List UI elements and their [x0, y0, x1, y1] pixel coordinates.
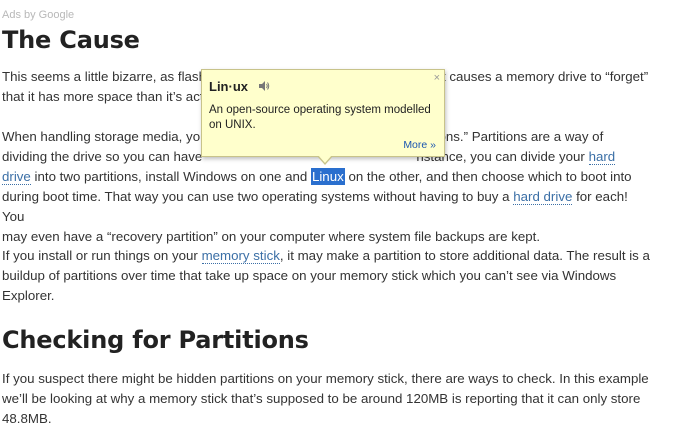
- link-hard[interactable]: hard: [588, 149, 616, 165]
- para2-line1-a: When handling storage media, you: [2, 129, 208, 144]
- link-hard-drive[interactable]: hard drive: [513, 189, 573, 205]
- para4-line1: If you suspect there might be hidden par…: [2, 371, 649, 386]
- speaker-icon[interactable]: [258, 80, 270, 92]
- para2-line1-b: ions.” Partitions are a way of: [435, 129, 604, 144]
- paragraph-4: If you suspect there might be hidden par…: [2, 369, 652, 429]
- more-link[interactable]: More »: [403, 139, 436, 151]
- dictionary-word: Lin·ux: [209, 79, 248, 94]
- para3-line1-a: If you install or run things on your: [2, 248, 202, 263]
- popup-pointer-inner: [318, 155, 332, 163]
- dictionary-popup: Lin·ux × An open-source operating system…: [201, 69, 445, 165]
- para1-line1-a: This seems a little bizarre, as flash: [2, 69, 206, 84]
- link-memory-stick[interactable]: memory stick: [201, 248, 280, 264]
- para3-line3: Explorer.: [2, 288, 55, 303]
- section-title-checking-for-partitions: Checking for Partitions: [2, 326, 309, 354]
- close-icon[interactable]: ×: [434, 72, 440, 84]
- highlighted-word-linux[interactable]: Linux: [310, 168, 345, 185]
- para4-line3: 48.8MB.: [2, 411, 52, 426]
- ads-by-google-label[interactable]: Ads by Google: [2, 9, 74, 21]
- para2-line4-a: during boot time. That way you can use t…: [2, 189, 514, 204]
- para2-line4: during boot time. That way you can use t…: [2, 187, 652, 227]
- section-title-the-cause: The Cause: [2, 26, 140, 54]
- para4-line2: we’ll be looking at why a memory stick t…: [2, 391, 641, 406]
- para2-line3-a: into two partitions, install Windows on …: [30, 169, 311, 184]
- para3-line2: buildup of partitions over time that tak…: [2, 268, 617, 283]
- para2-line5: may even have a “recovery partition” on …: [2, 229, 541, 244]
- para2-line3: drive into two partitions, install Windo…: [2, 167, 652, 187]
- para2-line3-b: on the other, and then choose which to b…: [344, 169, 632, 184]
- para3-line1-b: , it may make a partition to store addit…: [279, 248, 650, 263]
- dictionary-definition: An open-source operating system modelled…: [209, 104, 431, 131]
- para3-line1: If you install or run things on your mem…: [2, 246, 652, 266]
- para1-line1-b: t causes a memory drive to “forget”: [441, 69, 649, 84]
- para2-line2-a: dividing the drive so you can have: [2, 149, 203, 164]
- paragraph-3: If you install or run things on your mem…: [2, 246, 652, 306]
- link-drive[interactable]: drive: [2, 169, 31, 185]
